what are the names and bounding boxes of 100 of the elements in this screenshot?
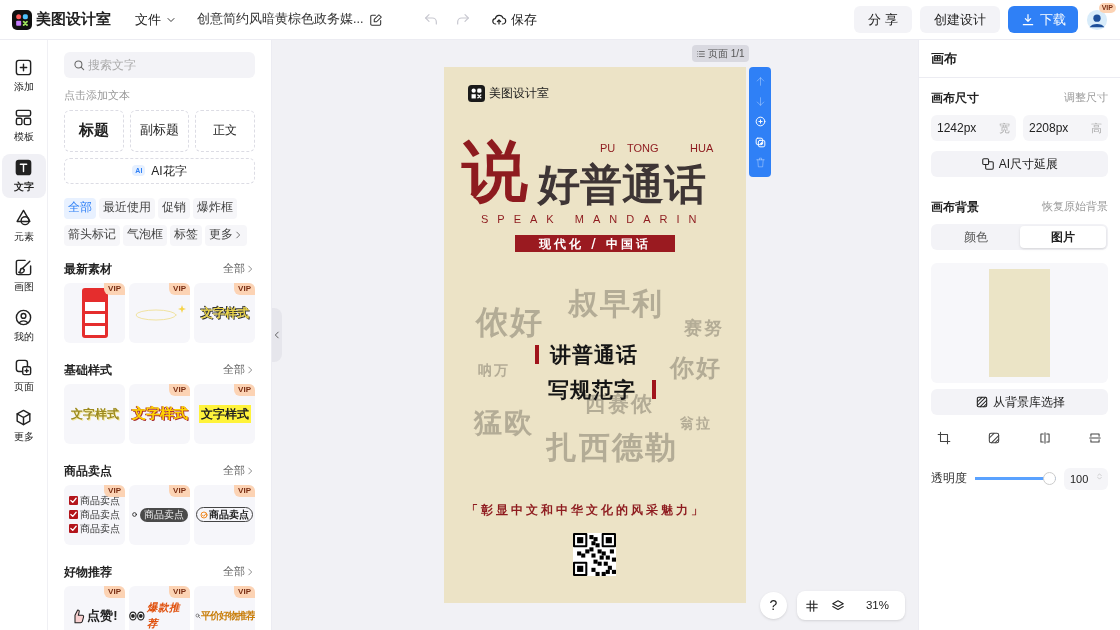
save-button[interactable]: 保存 <box>491 9 538 30</box>
template-thumbnail[interactable]: VIP 点赞! <box>64 585 125 630</box>
grid-icon[interactable] <box>805 598 819 613</box>
app-name: 美图设计室 <box>36 9 111 30</box>
template-thumbnail[interactable]: VIP 文字样式 <box>129 383 190 444</box>
category-tab[interactable]: 全部 <box>64 197 96 219</box>
category-tab[interactable]: 爆炸框 <box>193 197 237 219</box>
slider-thumb[interactable] <box>1043 471 1056 485</box>
sidebar-item[interactable]: 文字 <box>1 154 46 198</box>
opacity-field[interactable]: 100 <box>1064 468 1108 490</box>
layout-icon <box>14 108 33 127</box>
panel-title: 画布 <box>919 40 1120 78</box>
template-thumbnail[interactable]: VIP 平价好物推荐 <box>194 585 255 630</box>
chevron-right-icon <box>245 566 255 577</box>
search-field[interactable]: 搜索文字 <box>64 52 255 78</box>
see-all-link[interactable]: 全部 <box>223 462 255 479</box>
plus-square-icon <box>14 58 33 77</box>
vip-tag: VIP <box>169 585 190 598</box>
sidebar-item[interactable]: 画图 <box>1 254 46 298</box>
template-thumbnail[interactable]: VIP 商品卖点 <box>194 484 255 545</box>
template-thumbnail[interactable]: VIP 文字样式 <box>194 282 255 343</box>
vip-tag: VIP <box>169 282 190 295</box>
shapes-icon <box>14 208 33 227</box>
background-library-button[interactable]: 从背景库选择 <box>931 389 1108 415</box>
vip-tag: VIP <box>234 585 255 598</box>
category-tab[interactable]: 促销 <box>158 197 190 219</box>
pinyin-text: HUA <box>690 141 714 156</box>
resize-icon <box>980 157 995 171</box>
template-thumbnail[interactable]: VIP 商品卖点 <box>129 484 190 545</box>
sidebar-item[interactable]: 更多 <box>1 404 46 448</box>
collapse-handle[interactable] <box>272 308 282 362</box>
section-hint: 点击添加文本 <box>64 88 131 103</box>
page-add-icon <box>14 358 33 377</box>
duplicate-icon[interactable] <box>753 135 767 149</box>
template-thumbnail[interactable]: VIP 商品卖点 商品卖点 商品卖点 <box>64 484 125 545</box>
faded-word: 呐万 <box>478 363 510 379</box>
category-tab[interactable]: 更多 <box>205 224 247 246</box>
sidebar-item[interactable]: 模板 <box>1 104 46 148</box>
share-button[interactable]: 分 享 <box>854 6 912 33</box>
flip-horizontal-icon[interactable] <box>1037 431 1052 445</box>
section-title: 好物推荐 <box>64 563 112 581</box>
avatar-icon[interactable] <box>1086 8 1108 31</box>
chevron-right-icon <box>245 364 255 375</box>
create-design-button[interactable]: 创建设计 <box>920 6 1000 33</box>
text-preset-button[interactable]: 副标题 <box>129 109 190 152</box>
flip-vertical-icon[interactable] <box>1088 431 1102 445</box>
faded-word: 你好 <box>670 355 722 382</box>
template-thumbnail[interactable]: VIP 爆款推荐 <box>129 585 190 630</box>
help-button[interactable]: ? <box>760 592 787 619</box>
check-circle-icon <box>200 510 208 519</box>
sticker-text: 爆款推荐 <box>146 599 182 630</box>
search-icon <box>72 58 86 72</box>
sticker-text: 平价好物推荐 <box>200 609 255 623</box>
see-all-link[interactable]: 全部 <box>223 361 255 378</box>
sidebar-item[interactable]: 添加 <box>1 54 46 98</box>
brush-icon <box>14 258 33 277</box>
see-all-link[interactable]: 全部 <box>223 563 255 580</box>
chevron-right-icon <box>245 263 255 274</box>
template-thumbnail[interactable]: VIP <box>64 282 125 343</box>
layers-icon[interactable] <box>831 598 845 613</box>
section-title: 基础样式 <box>64 361 112 379</box>
crop-icon[interactable] <box>937 431 951 445</box>
edit-icon[interactable] <box>369 12 384 27</box>
category-tab[interactable]: 标签 <box>170 224 202 246</box>
sidebar-item[interactable]: 页面 <box>1 354 46 398</box>
sidebar-item[interactable]: 我的 <box>1 304 46 348</box>
stepper-icon <box>1096 471 1103 482</box>
add-circle-icon[interactable] <box>753 115 767 129</box>
eyes-icon <box>129 610 145 621</box>
text-style-sample: 文字样式 <box>131 404 188 423</box>
faded-word: 扎西德勒 <box>546 430 678 465</box>
zoom-level[interactable]: 31% <box>865 596 889 615</box>
brand-logo-icon <box>468 84 485 102</box>
checklist-text: 商品卖点 <box>80 522 120 535</box>
vip-tag: VIP <box>169 484 190 497</box>
text-style-sample: 文字样式 <box>198 404 251 423</box>
faded-word: 侬好 <box>476 305 544 341</box>
category-tab[interactable]: 最近使用 <box>99 197 155 219</box>
category-tab[interactable]: 气泡框 <box>123 224 167 246</box>
text-preset-button[interactable]: 标题 <box>64 109 124 152</box>
template-thumbnail[interactable]: VIP <box>129 282 190 343</box>
text-preset-button[interactable]: 正文 <box>195 109 255 152</box>
pattern-icon[interactable] <box>987 431 1002 445</box>
segment-tab[interactable]: 图片 <box>1019 226 1106 248</box>
download-button[interactable]: 下载 <box>1008 6 1078 33</box>
file-menu[interactable]: 文件 <box>135 9 177 30</box>
accent-bar <box>535 345 539 364</box>
poster-subtitle: SPEAK MANDARIN <box>481 213 706 226</box>
page-label: 页面 1/1 <box>692 45 749 62</box>
see-all-link[interactable]: 全部 <box>223 260 255 277</box>
pinyin-text: PU <box>600 141 616 156</box>
text-style-sample: 文字样式 <box>70 405 119 423</box>
template-thumbnail[interactable]: VIP 文字样式 <box>194 383 255 444</box>
ai-resize-button[interactable]: AI尺寸延展 <box>931 151 1108 177</box>
vip-tag: VIP <box>234 484 255 497</box>
category-tab[interactable]: 箭头标记 <box>64 224 120 246</box>
opacity-label: 透明度 <box>931 470 967 487</box>
chevron-right-icon <box>233 230 243 240</box>
segment-tab[interactable]: 颜色 <box>933 226 1020 248</box>
sidebar-item[interactable]: 元素 <box>1 204 46 248</box>
